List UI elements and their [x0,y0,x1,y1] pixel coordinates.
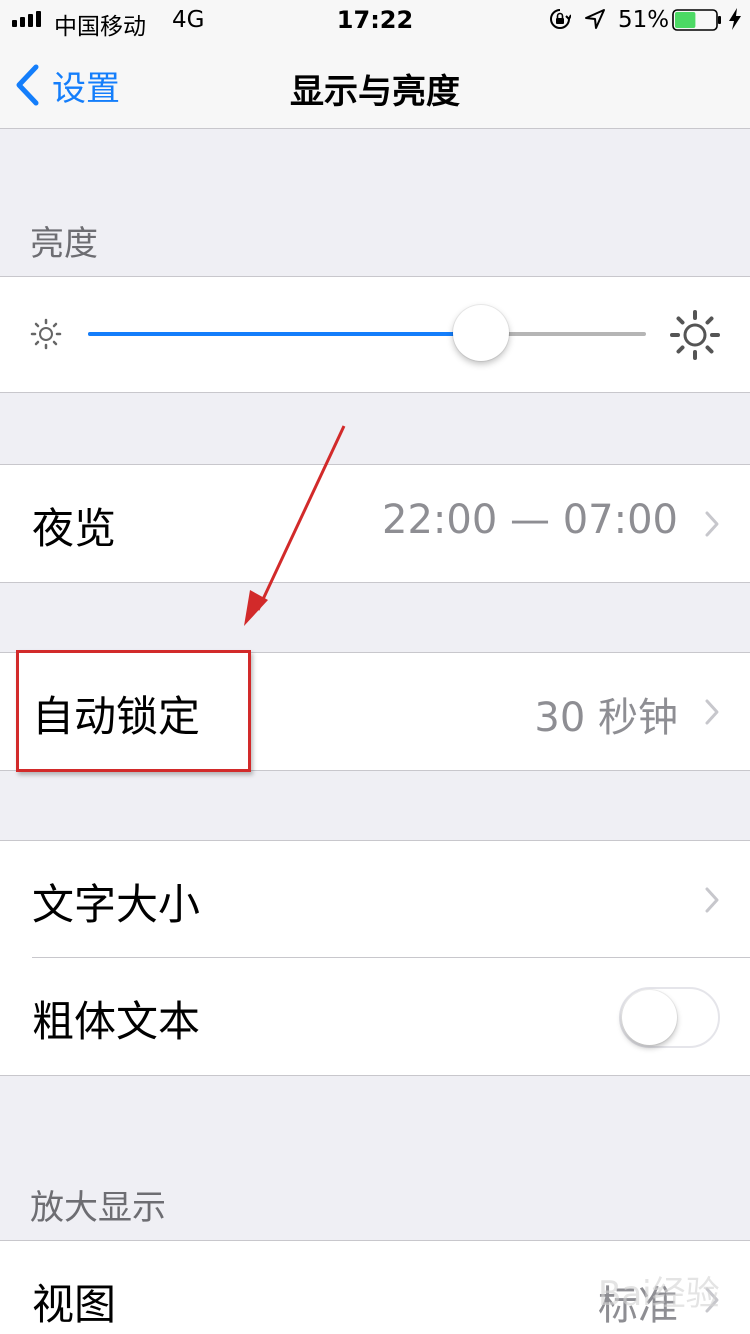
zoom-view-label: 视图 [32,1280,117,1329]
chevron-right-icon [705,887,719,913]
auto-lock-value: 30 秒钟 [534,695,678,741]
annotation-arrow [244,425,346,626]
sun-large-icon [670,310,720,360]
text-settings-group: 文字大小 粗体文本 [0,840,750,1076]
navigation-bar: 设置 显示与亮度 [0,40,750,129]
page-title: 显示与亮度 [290,72,460,112]
status-bar: 中国移动 4G 17:22 51% [0,0,750,40]
brightness-slider-fill [88,332,482,336]
brightness-group [0,276,750,393]
sun-small-icon [30,318,62,350]
battery-icon [672,9,721,31]
night-shift-value: 22:00 — 07:00 [382,497,678,543]
text-size-row[interactable]: 文字大小 [0,841,750,958]
bold-text-toggle[interactable] [619,987,720,1048]
location-arrow-icon [585,9,605,29]
night-shift-row[interactable]: 夜览 22:00 — 07:00 [0,465,750,582]
rotation-lock-icon [550,9,571,29]
chevron-right-icon [705,699,719,725]
bold-text-row: 粗体文本 [0,958,750,1075]
night-shift-group: 夜览 22:00 — 07:00 [0,464,750,583]
annotation-highlight-box [16,650,251,772]
watermark: Bai经验 [598,1274,720,1314]
bold-text-label: 粗体文本 [32,997,201,1046]
brightness-slider-thumb[interactable] [453,305,510,361]
text-size-label: 文字大小 [32,880,201,929]
night-shift-label: 夜览 [32,504,117,553]
toggle-knob [622,990,677,1045]
brightness-slider[interactable] [88,305,646,361]
chevron-right-icon [705,511,719,537]
brightness-slider-row [0,277,750,392]
charging-bolt-icon [729,8,741,30]
zoom-section-header: 放大显示 [30,1188,166,1228]
battery-percent: 51% [618,7,670,33]
brightness-section-header: 亮度 [30,224,98,264]
